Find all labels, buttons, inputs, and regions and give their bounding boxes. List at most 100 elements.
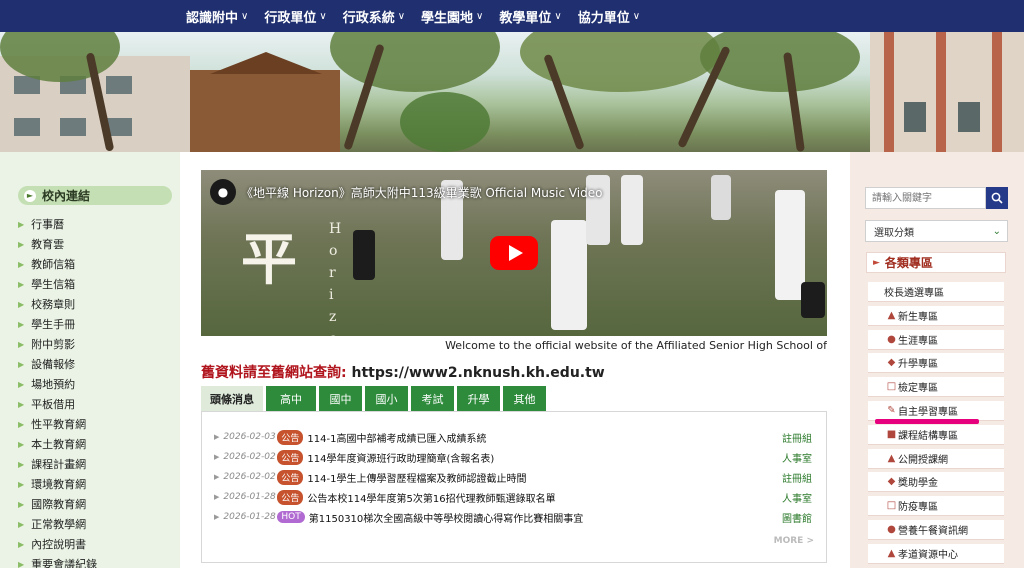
tab-junior-high[interactable]: 國中 <box>319 386 362 411</box>
zone-link-career[interactable]: ● 生涯專區 <box>868 330 1004 350</box>
banner-foliage <box>330 32 500 92</box>
campus-link-item[interactable]: ▶ 環境教育網 <box>18 474 97 494</box>
campus-link-item[interactable]: ▶ 內控說明書 <box>18 534 97 554</box>
news-unit: 人事室 <box>782 453 812 465</box>
campus-link-item[interactable]: ▶ 重要會議紀錄 <box>18 554 97 568</box>
tab-headlines[interactable]: 頭條消息 <box>201 386 263 411</box>
zone-link-self-study[interactable]: ✎ 自主學習專區 <box>868 401 1004 421</box>
tab-high-school[interactable]: 高中 <box>266 386 316 411</box>
old-site-url-link[interactable]: https://www2.nknush.kh.edu.tw <box>351 365 604 381</box>
nav-item-teaching-units[interactable]: 教學單位 ∨ <box>499 7 561 26</box>
tab-exams[interactable]: 考試 <box>411 386 454 411</box>
news-row[interactable]: ▶ 2026-02-02 公告 114學年度資源班行政助理簡章(含報名表) 人事… <box>214 447 812 467</box>
news-row[interactable]: ▶ 2026-02-02 公告 114-1學生上傳學習歷程檔案及教師認證截止時間… <box>214 467 812 487</box>
campus-link-item[interactable]: ▶ 場地預約 <box>18 374 97 394</box>
campus-link-item[interactable]: ▶ 學生手冊 <box>18 314 97 334</box>
search-input[interactable] <box>865 187 986 209</box>
youtube-video-embed[interactable]: 平 H o r i z o ● 《地平線 Horizon》高師大附中113級畢業… <box>201 170 827 336</box>
search-button[interactable] <box>986 187 1008 209</box>
campus-link-item[interactable]: ▶ 設備報修 <box>18 354 97 374</box>
category-select[interactable]: 選取分類 ⌄ <box>865 220 1008 242</box>
campus-link-label: 教育雲 <box>31 238 65 251</box>
bullet-triangle-icon: ▶ <box>18 559 25 568</box>
bullet-triangle-icon: ▶ <box>18 439 25 449</box>
campus-link-label: 性平教育網 <box>31 418 87 431</box>
campus-link-item[interactable]: ▶ 行事曆 <box>18 214 97 234</box>
news-title-link[interactable]: 114-1高國中部補考成績已匯入成績系統 <box>307 430 782 445</box>
news-title-link[interactable]: 114學年度資源班行政助理簡章(含報名表) <box>307 450 782 465</box>
campus-link-item[interactable]: ▶ 學生信箱 <box>18 274 97 294</box>
welcome-marquee: Welcome to the official website of the A… <box>445 339 827 352</box>
zone-link-curriculum[interactable]: ■ 課程結構專區 <box>868 425 1004 445</box>
tab-elementary[interactable]: 國小 <box>365 386 408 411</box>
zone-link-freshman[interactable]: ▲ 新生專區 <box>868 306 1004 326</box>
nav-item-student-zone[interactable]: 學生園地 ∨ <box>421 7 483 26</box>
bullet-triangle-icon: ▶ <box>18 379 25 389</box>
bullet-triangle-icon: ▶ <box>18 399 25 409</box>
campus-link-item[interactable]: ▶ 附中剪影 <box>18 334 97 354</box>
zone-link-principal[interactable]: 校長遴選專區 <box>868 282 1004 302</box>
tab-admission[interactable]: 升學 <box>457 386 500 411</box>
nav-item-admin-units[interactable]: 行政單位 ∨ <box>264 7 326 26</box>
more-link[interactable]: MORE > <box>774 536 814 546</box>
news-list: ▶ 2026-02-03 公告 114-1高國中部補考成績已匯入成績系統 註冊組… <box>201 411 827 563</box>
news-title-link[interactable]: 114-1學生上傳學習歷程檔案及教師認證截止時間 <box>307 470 782 485</box>
campus-link-item[interactable]: ▶ 性平教育網 <box>18 414 97 434</box>
filial-icon: ▲ <box>887 548 896 559</box>
bullet-triangle-icon: ▶ <box>18 499 25 509</box>
banner-window <box>958 102 980 132</box>
zone-label: 自主學習專區 <box>898 407 958 418</box>
nav-item-about[interactable]: 認識附中 ∨ <box>186 7 248 26</box>
channel-avatar[interactable]: ● <box>210 179 236 205</box>
news-title-link[interactable]: 第1150310梯次全國高級中等學校閱讀心得寫作比賽相關事宜 <box>309 510 782 525</box>
zone-label: 新生專區 <box>898 312 938 323</box>
arrow-right-icon: ► <box>873 257 880 268</box>
campus-link-label: 行事曆 <box>31 218 65 231</box>
campus-link-item[interactable]: ▶ 正常教學網 <box>18 514 97 534</box>
open-class-icon: ▲ <box>887 453 896 464</box>
zone-link-epidemic[interactable]: □ 防疫專區 <box>868 496 1004 516</box>
campus-link-item[interactable]: ▶ 教師信箱 <box>18 254 97 274</box>
tab-others[interactable]: 其他 <box>503 386 546 411</box>
campus-link-item[interactable]: ▶ 校務章則 <box>18 294 97 314</box>
campus-links-title-text: 校內連結 <box>42 189 91 203</box>
campus-link-label: 本土教育網 <box>31 438 87 451</box>
zone-link-filial[interactable]: ▲ 孝道資源中心 <box>868 544 1004 564</box>
zone-link-lunch[interactable]: ● 營養午餐資訊網 <box>868 520 1004 540</box>
old-site-notice: 舊資料請至舊網站查詢: https://www2.nknush.kh.edu.t… <box>201 362 605 382</box>
campus-link-item[interactable]: ▶ 本土教育網 <box>18 434 97 454</box>
news-row[interactable]: ▶ 2026-02-03 公告 114-1高國中部補考成績已匯入成績系統 註冊組 <box>214 427 812 447</box>
news-row[interactable]: ▶ 2026-01-28 HOT 第1150310梯次全國高級中等學校閱讀心得寫… <box>214 507 812 527</box>
campus-link-label: 學生信箱 <box>31 278 76 291</box>
campus-link-item[interactable]: ▶ 平板借用 <box>18 394 97 414</box>
bullet-triangle-icon: ▶ <box>214 433 220 441</box>
banner-treehouse <box>190 52 340 152</box>
left-sidebar: ► 校內連結 ▶ 行事曆 ▶ 教育雲 ▶ 教師信箱 ▶ 學生信箱 ▶ 校務章則 ▶ 學生手冊 … <box>0 152 180 568</box>
zone-link-scholarship[interactable]: ◆ 獎助學金 <box>868 472 1004 492</box>
bullet-triangle-icon: ▶ <box>18 359 25 369</box>
video-person <box>711 175 731 220</box>
nav-label: 教學單位 <box>499 10 552 26</box>
zone-label: 課程結構專區 <box>898 431 958 442</box>
bullet-triangle-icon: ▶ <box>18 239 25 249</box>
zone-link-open-class[interactable]: ▲ 公開授課網 <box>868 449 1004 469</box>
campus-link-item[interactable]: ▶ 教育雲 <box>18 234 97 254</box>
self-study-icon: ✎ <box>887 405 896 416</box>
nav-item-admin-systems[interactable]: 行政系統 ∨ <box>343 7 405 26</box>
news-date: 2026-02-03 <box>223 432 276 442</box>
top-nav: 認識附中 ∨ 行政單位 ∨ 行政系統 ∨ 學生園地 ∨ 教學單位 ∨ 協力單位 ∨ <box>0 0 1024 32</box>
campus-link-item[interactable]: ▶ 國際教育網 <box>18 494 97 514</box>
arrow-right-icon: ► <box>24 189 36 202</box>
zone-label: 獎助學金 <box>898 478 938 489</box>
zone-link-certification[interactable]: □ 檢定專區 <box>868 377 1004 397</box>
play-button[interactable] <box>490 236 538 270</box>
campus-link-item[interactable]: ▶ 課程計畫網 <box>18 454 97 474</box>
video-title[interactable]: 《地平線 Horizon》高師大附中113級畢業歌 Official Music… <box>241 184 602 201</box>
campus-link-label: 環境教育網 <box>31 478 87 491</box>
news-row[interactable]: ▶ 2026-01-28 公告 公告本校114學年度第5次第16招代理教師甄選錄… <box>214 487 812 507</box>
bullet-triangle-icon: ▶ <box>214 493 220 501</box>
nav-item-partners[interactable]: 協力單位 ∨ <box>578 7 640 26</box>
news-unit: 人事室 <box>782 493 812 505</box>
zone-link-admission[interactable]: ◆ 升學專區 <box>868 353 1004 373</box>
news-title-link[interactable]: 公告本校114學年度第5次第16招代理教師甄選錄取名單 <box>307 490 782 505</box>
